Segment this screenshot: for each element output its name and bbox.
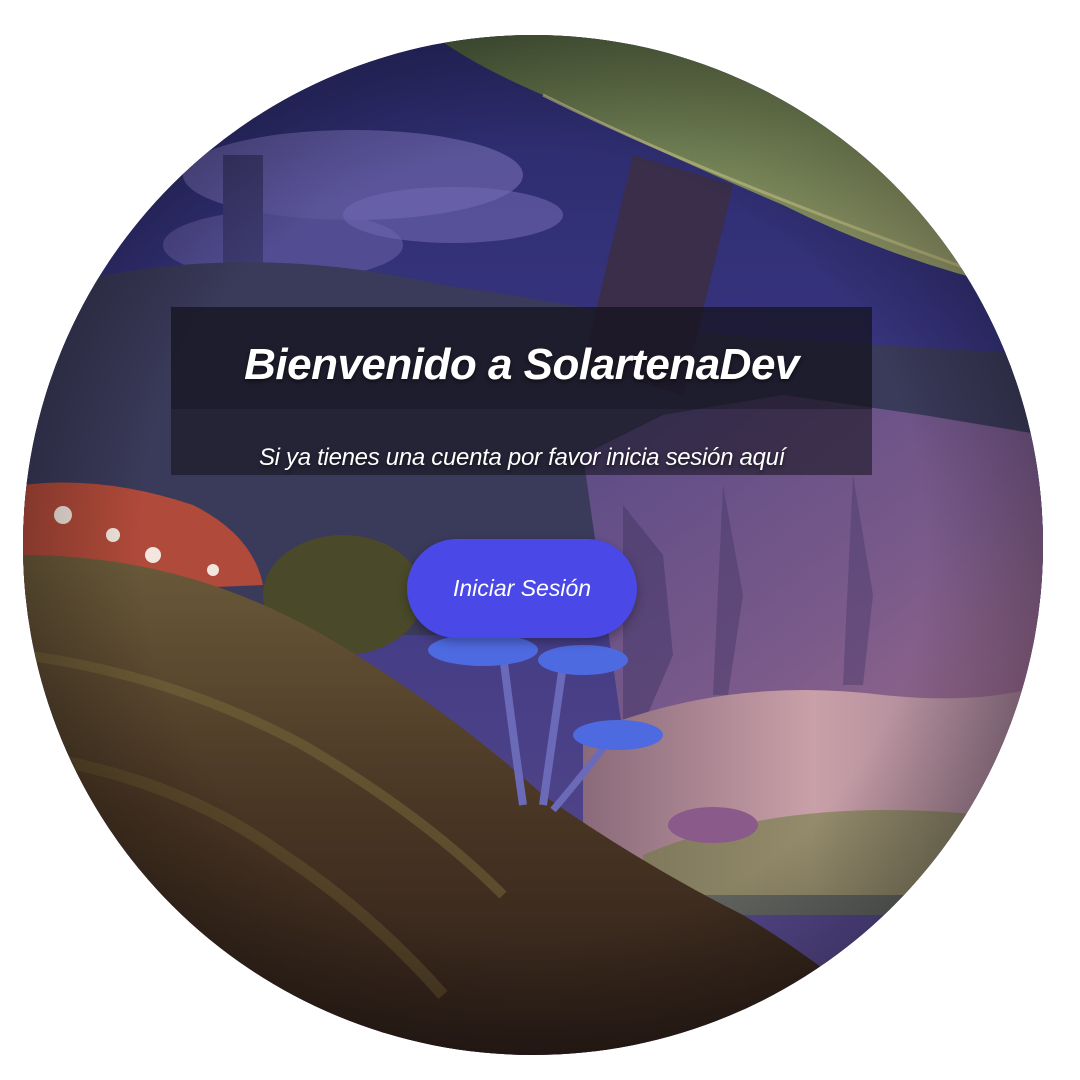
page-title: Bienvenido a SolartenaDev (244, 340, 799, 389)
welcome-page: Bienvenido a SolartenaDev Si ya tienes u… (0, 0, 1080, 1080)
login-button[interactable]: Iniciar Sesión (407, 539, 637, 638)
page-subtitle: Si ya tienes una cuenta por favor inicia… (258, 444, 786, 471)
